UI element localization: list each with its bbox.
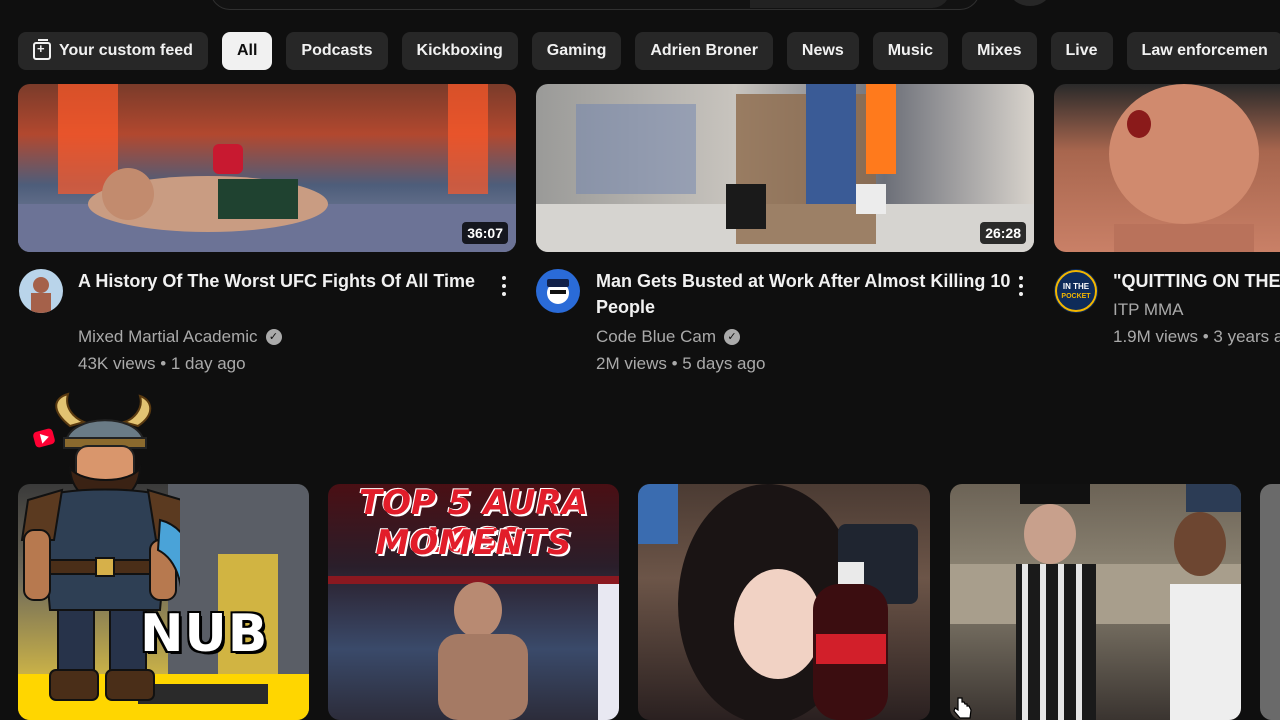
- chip-label: Your custom feed: [59, 42, 193, 59]
- svg-text:IN THE: IN THE: [1063, 282, 1090, 291]
- channel-avatar[interactable]: [19, 269, 63, 313]
- channel-name-label: Code Blue Cam: [596, 327, 717, 346]
- chip-label: Gaming: [546, 42, 607, 59]
- custom-feed-icon: [33, 39, 51, 60]
- chip-label: Kickboxing: [416, 42, 503, 59]
- video-duration: 26:28: [980, 222, 1026, 244]
- chip-news[interactable]: News: [786, 32, 859, 70]
- more-options-button[interactable]: [1011, 274, 1031, 298]
- chip-label: Podcasts: [301, 42, 373, 59]
- search-button[interactable]: [750, 0, 950, 8]
- verified-icon: ✓: [265, 329, 282, 345]
- chip-your-custom-feed[interactable]: Your custom feed: [18, 32, 208, 70]
- filter-chips: Your custom feed All Podcasts Kickboxing…: [18, 32, 1280, 70]
- short-thumbnail[interactable]: [638, 484, 930, 720]
- video-thumbnail[interactable]: 36:07: [18, 84, 516, 252]
- chip-music[interactable]: Music: [872, 32, 949, 70]
- chip-label: Adrien Broner: [650, 42, 758, 59]
- short-thumbnail[interactable]: [950, 484, 1241, 720]
- video-title[interactable]: A History Of The Worst UFC Fights Of All…: [78, 268, 478, 294]
- video-thumbnail[interactable]: 26:28: [536, 84, 1034, 252]
- channel-name-label: Mixed Martial Academic: [78, 327, 258, 346]
- chip-mixes[interactable]: Mixes: [962, 32, 1037, 70]
- nub-overlay-text: NUB: [140, 604, 269, 664]
- shouting-man-image: [1109, 84, 1259, 252]
- chip-label: Law enforcemen: [1141, 42, 1268, 59]
- channel-avatar[interactable]: IN THE POCKET: [1054, 269, 1098, 313]
- chip-kickboxing[interactable]: Kickboxing: [401, 32, 518, 70]
- top-icon-button[interactable]: [1010, 0, 1050, 6]
- chip-label: News: [801, 42, 844, 59]
- short-thumbnail[interactable]: [1260, 484, 1280, 720]
- mouse-cursor-icon: [953, 697, 972, 719]
- chip-podcasts[interactable]: Podcasts: [286, 32, 388, 70]
- fight-scene-image: [18, 84, 516, 252]
- video-duration: 36:07: [462, 222, 508, 244]
- chip-label: Music: [887, 42, 934, 59]
- streamer-image: [638, 484, 918, 720]
- svg-text:POCKET: POCKET: [1061, 293, 1091, 300]
- channel-name[interactable]: Mixed Martial Academic ✓: [78, 327, 282, 347]
- video-title[interactable]: "QUITTING ON THE: [1113, 268, 1280, 294]
- fighter-image: [328, 576, 619, 720]
- store-scene-image: [536, 84, 1034, 252]
- chip-law-enforcement[interactable]: Law enforcemen: [1126, 32, 1280, 70]
- chip-label: All: [236, 42, 258, 59]
- channel-name[interactable]: ITP MMA: [1113, 300, 1184, 320]
- video-meta: 1.9M views • 3 years a: [1113, 327, 1280, 346]
- chip-gaming[interactable]: Gaming: [531, 32, 622, 70]
- channel-name-label: ITP MMA: [1113, 300, 1184, 319]
- chip-live[interactable]: Live: [1050, 32, 1113, 70]
- kitchen-scene-image: [950, 484, 1241, 720]
- chip-label: Mixes: [977, 42, 1022, 59]
- chip-label: Live: [1065, 42, 1098, 59]
- top-bar: Your custom feed All Podcasts Kickboxing…: [0, 0, 1280, 84]
- short-thumbnail[interactable]: TOP 5 AURA LOSS MOMENTS: [328, 484, 619, 720]
- chip-adrien-broner[interactable]: Adrien Broner: [635, 32, 773, 70]
- verified-icon: ✓: [724, 329, 741, 345]
- channel-name[interactable]: Code Blue Cam ✓: [596, 327, 741, 347]
- video-meta: 43K views • 1 day ago: [78, 354, 246, 373]
- more-options-button[interactable]: [494, 274, 514, 298]
- video-title[interactable]: Man Gets Busted at Work After Almost Kil…: [596, 268, 1016, 320]
- video-meta: 2M views • 5 days ago: [596, 354, 766, 373]
- video-thumbnail[interactable]: [1054, 84, 1280, 252]
- channel-avatar[interactable]: [536, 269, 580, 313]
- chip-all[interactable]: All: [221, 32, 273, 70]
